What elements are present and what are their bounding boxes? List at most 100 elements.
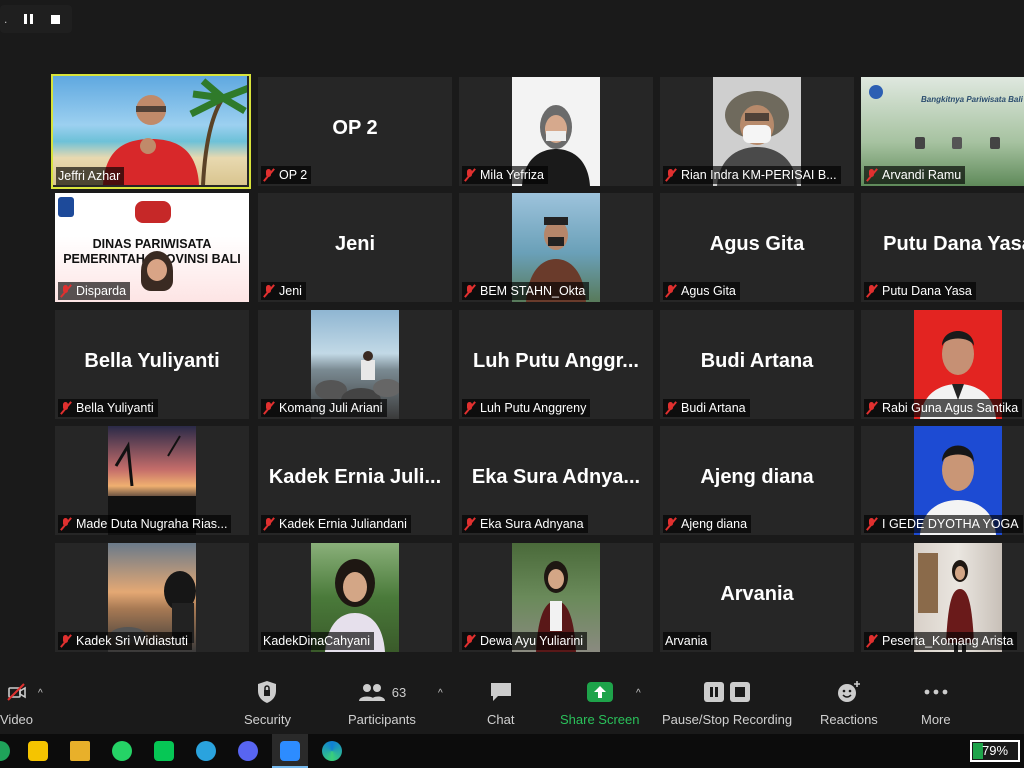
reactions-icon <box>836 678 862 706</box>
stop-recording-button[interactable] <box>42 6 68 32</box>
participant-name-label: Luh Putu Anggreny <box>462 399 591 417</box>
participant-name-label: Arvandi Ramu <box>864 166 966 184</box>
discord-icon[interactable] <box>238 741 258 761</box>
participant-tile[interactable]: Bella Yuliyanti Bella Yuliyanti <box>55 310 249 419</box>
participant-name-label: Rabi Guna Agus Santika <box>864 399 1023 417</box>
participant-display-name: Jeni <box>334 233 376 255</box>
participant-tile[interactable]: Putu Dana Yasa Putu Dana Yasa <box>861 193 1024 302</box>
participant-display-name: Eka Sura Adnya... <box>471 466 641 488</box>
participant-tile[interactable]: Arvania Arvania <box>660 543 854 652</box>
participant-tile[interactable]: Rabi Guna Agus Santika <box>861 310 1024 419</box>
mic-muted-icon <box>60 284 72 298</box>
participants-button[interactable]: 63 Participants <box>348 678 416 727</box>
participant-tile[interactable]: Mila Yefriza <box>459 77 653 186</box>
participant-display-name: Agus Gita <box>709 233 805 255</box>
participant-tile[interactable]: Kadek Ernia Juli... Kadek Ernia Juliandan… <box>258 426 452 535</box>
participant-name-label: Peserta_Komang Arista <box>864 632 1018 650</box>
participant-tile[interactable]: I GEDE DYOTHA YOGA <box>861 426 1024 535</box>
participant-tile[interactable]: DINAS PARIWISATA PEMERINTAH PROVINSI BAL… <box>55 193 249 302</box>
participant-display-name: Ajeng diana <box>700 466 814 488</box>
mic-muted-icon <box>60 634 72 648</box>
participants-icon: 63 <box>358 678 406 706</box>
mic-muted-icon <box>60 401 72 415</box>
mic-muted-icon <box>665 401 677 415</box>
participants-options-caret[interactable]: ^ <box>438 688 443 699</box>
participant-name-label: Rian Indra KM-PERISAI B... <box>663 166 841 184</box>
participant-tile[interactable]: Agus Gita Agus Gita <box>660 193 854 302</box>
mic-muted-icon <box>866 634 878 648</box>
participant-name-label: Disparda <box>58 282 131 300</box>
record-controls-icon <box>703 678 751 706</box>
mic-muted-icon <box>464 401 476 415</box>
zoom-taskbar-active[interactable] <box>272 734 308 768</box>
share-options-caret[interactable]: ^ <box>636 688 641 699</box>
participant-tile[interactable]: Eka Sura Adnya... Eka Sura Adnyana <box>459 426 653 535</box>
participant-name-label: KadekDinaCahyani <box>261 632 375 650</box>
meeting-toolbar: Video ^ Security 63 Participants ^ Chat <box>0 672 1024 734</box>
mic-muted-icon <box>464 634 476 648</box>
participant-tile[interactable]: Ajeng diana Ajeng diana <box>660 426 854 535</box>
mic-muted-icon <box>866 168 878 182</box>
reactions-button[interactable]: Reactions <box>820 678 878 727</box>
gallery-grid: Jeffri Azhar OP 2 OP 2 Mila Yefriza Rian I… <box>51 74 1024 655</box>
mic-muted-icon <box>866 401 878 415</box>
participant-tile[interactable]: Peserta_Komang Arista <box>861 543 1024 652</box>
participant-tile[interactable]: Rian Indra KM-PERISAI B... <box>660 77 854 186</box>
mic-muted-icon <box>464 284 476 298</box>
participant-tile[interactable]: Made Duta Nugraha Rias... <box>55 426 249 535</box>
participant-name-label: Budi Artana <box>663 399 750 417</box>
pause-stop-recording-button[interactable]: Pause/Stop Recording <box>662 678 792 727</box>
participant-tile[interactable]: OP 2 OP 2 <box>258 77 452 186</box>
participant-name-label: Kadek Sri Widiastuti <box>58 632 192 650</box>
zoom-meeting-window: . Jeffri Azhar OP 2 OP 2 Mila Yefriza Rian… <box>0 0 1024 768</box>
participant-tile[interactable]: BEM STAHN_Okta <box>459 193 653 302</box>
line-icon[interactable] <box>154 741 174 761</box>
whatsapp-icon[interactable] <box>112 741 132 761</box>
sticky-notes-icon[interactable] <box>28 741 48 761</box>
file-explorer-icon[interactable] <box>70 741 90 761</box>
participant-tile[interactable]: Luh Putu Anggr... Luh Putu Anggreny <box>459 310 653 419</box>
video-button[interactable]: Video <box>0 678 33 727</box>
mic-muted-icon <box>263 517 275 531</box>
participant-display-name: Bella Yuliyanti <box>84 350 220 372</box>
participants-count: 63 <box>391 684 407 700</box>
participant-name-label: Putu Dana Yasa <box>864 282 976 300</box>
chat-icon <box>489 678 513 706</box>
video-options-caret[interactable]: ^ <box>38 688 43 699</box>
participant-display-name: Putu Dana Yasa <box>883 233 1024 255</box>
mic-muted-icon <box>866 517 878 531</box>
participant-name-label: Mila Yefriza <box>462 166 548 184</box>
app-icon-partial[interactable] <box>0 741 10 761</box>
participant-tile[interactable]: Jeffri Azhar <box>51 74 251 189</box>
mic-muted-icon <box>866 284 878 298</box>
participant-name-label: Dewa Ayu Yuliarini <box>462 632 588 650</box>
participant-name-label: Arvania <box>663 632 712 650</box>
mic-muted-icon <box>665 284 677 298</box>
mic-muted-icon <box>464 168 476 182</box>
participant-tile[interactable]: Bangkitnya Pariwisata Bali 2022 Arvandi … <box>861 77 1024 186</box>
zoom-icon <box>280 741 300 761</box>
participant-tile[interactable]: Dewa Ayu Yuliarini <box>459 543 653 652</box>
participant-name-label: Jeffri Azhar <box>56 167 125 185</box>
windows-taskbar: 79% <box>0 734 1024 768</box>
share-screen-button[interactable]: Share Screen <box>560 678 640 727</box>
participant-tile[interactable]: Jeni Jeni <box>258 193 452 302</box>
participant-display-name: OP 2 <box>332 117 378 139</box>
pause-recording-button[interactable] <box>16 6 42 32</box>
telegram-icon[interactable] <box>196 741 216 761</box>
participant-tile[interactable]: KadekDinaCahyani <box>258 543 452 652</box>
participant-name-label: Bella Yuliyanti <box>58 399 158 417</box>
participant-name-label: Made Duta Nugraha Rias... <box>58 515 232 533</box>
participant-name-label: Kadek Ernia Juliandani <box>261 515 411 533</box>
edge-icon[interactable] <box>322 741 342 761</box>
participant-tile[interactable]: Budi Artana Budi Artana <box>660 310 854 419</box>
participant-name-label: Ajeng diana <box>663 515 752 533</box>
participant-tile[interactable]: Kadek Sri Widiastuti <box>55 543 249 652</box>
more-button[interactable]: More <box>921 678 951 727</box>
participant-name-label: BEM STAHN_Okta <box>462 282 590 300</box>
security-button[interactable]: Security <box>244 678 291 727</box>
participant-tile[interactable]: Komang Juli Ariani <box>258 310 452 419</box>
mic-muted-icon <box>665 168 677 182</box>
chat-button[interactable]: Chat <box>487 678 514 727</box>
participant-name-label: Agus Gita <box>663 282 740 300</box>
